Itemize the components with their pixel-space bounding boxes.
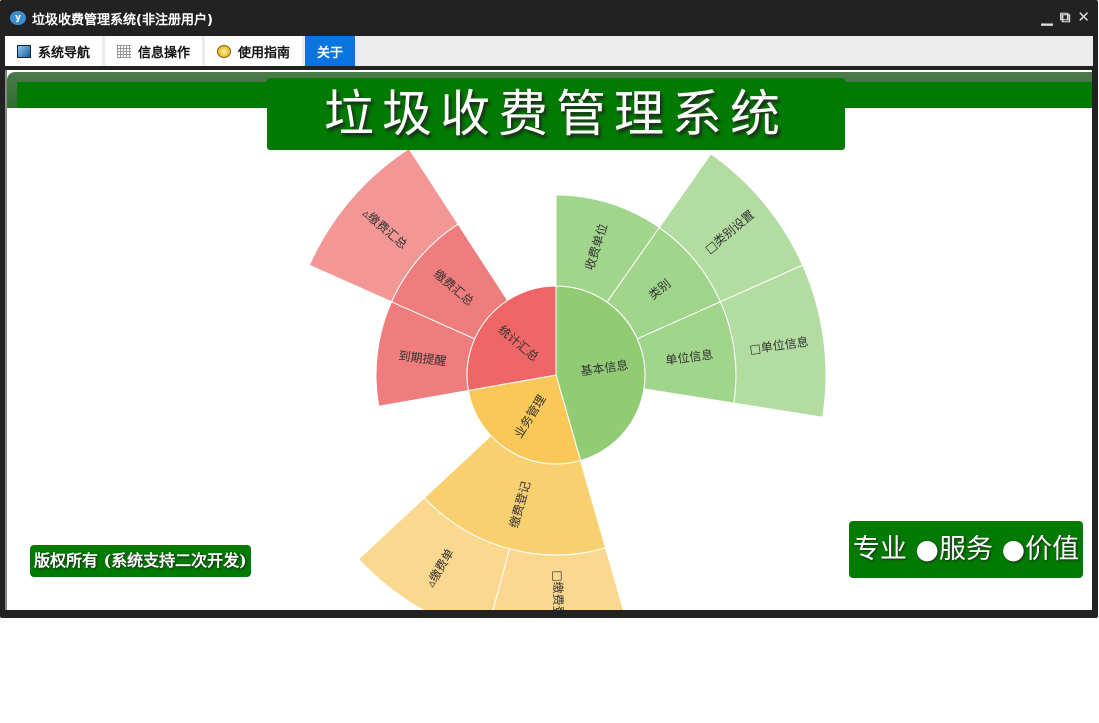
grid-icon xyxy=(117,44,132,58)
help-icon xyxy=(217,44,232,58)
sunburst-label: □缴费登记 xyxy=(551,570,567,610)
tab-user-guide[interactable]: 使用指南 xyxy=(205,36,303,66)
app-window: y 垃圾收费管理系统(非注册用户) ▁ ⧉ ✕ 系统导航 信息操作 使用指南 关… xyxy=(0,0,1098,618)
monitor-icon xyxy=(17,44,31,58)
tab-about[interactable]: 关于 xyxy=(305,36,356,66)
copyright-badge: 版权所有 (系统支持二次开发) xyxy=(30,545,251,577)
tab-label: 关于 xyxy=(317,45,344,61)
tab-system-nav[interactable]: 系统导航 xyxy=(5,36,103,66)
tab-label: 使用指南 xyxy=(238,45,291,61)
app-logo-icon: y xyxy=(10,11,26,25)
window-title: 垃圾收费管理系统(非注册用户) xyxy=(32,12,213,28)
slogan-badge: 专业 ●服务 ●价值 xyxy=(849,521,1083,578)
tab-label: 系统导航 xyxy=(38,45,91,61)
restore-icon[interactable]: ⧉ xyxy=(1060,8,1071,26)
minimize-icon[interactable]: ▁ xyxy=(1041,8,1053,26)
page-title: 垃圾收费管理系统 xyxy=(267,78,845,150)
tab-bar: 系统导航 信息操作 使用指南 关于 xyxy=(5,36,1093,66)
close-icon[interactable]: ✕ xyxy=(1077,8,1090,26)
tab-label: 信息操作 xyxy=(138,45,191,61)
title-bar[interactable]: y 垃圾收费管理系统(非注册用户) ▁ ⧉ ✕ xyxy=(0,0,1098,36)
about-panel: 基本信息 收费单位 类别 □类别设置 单位信息 □单位信息 业务管理 缴费登记 □缴费登记 ▵缴费… xyxy=(5,70,1092,610)
tab-info-ops[interactable]: 信息操作 xyxy=(105,36,203,66)
